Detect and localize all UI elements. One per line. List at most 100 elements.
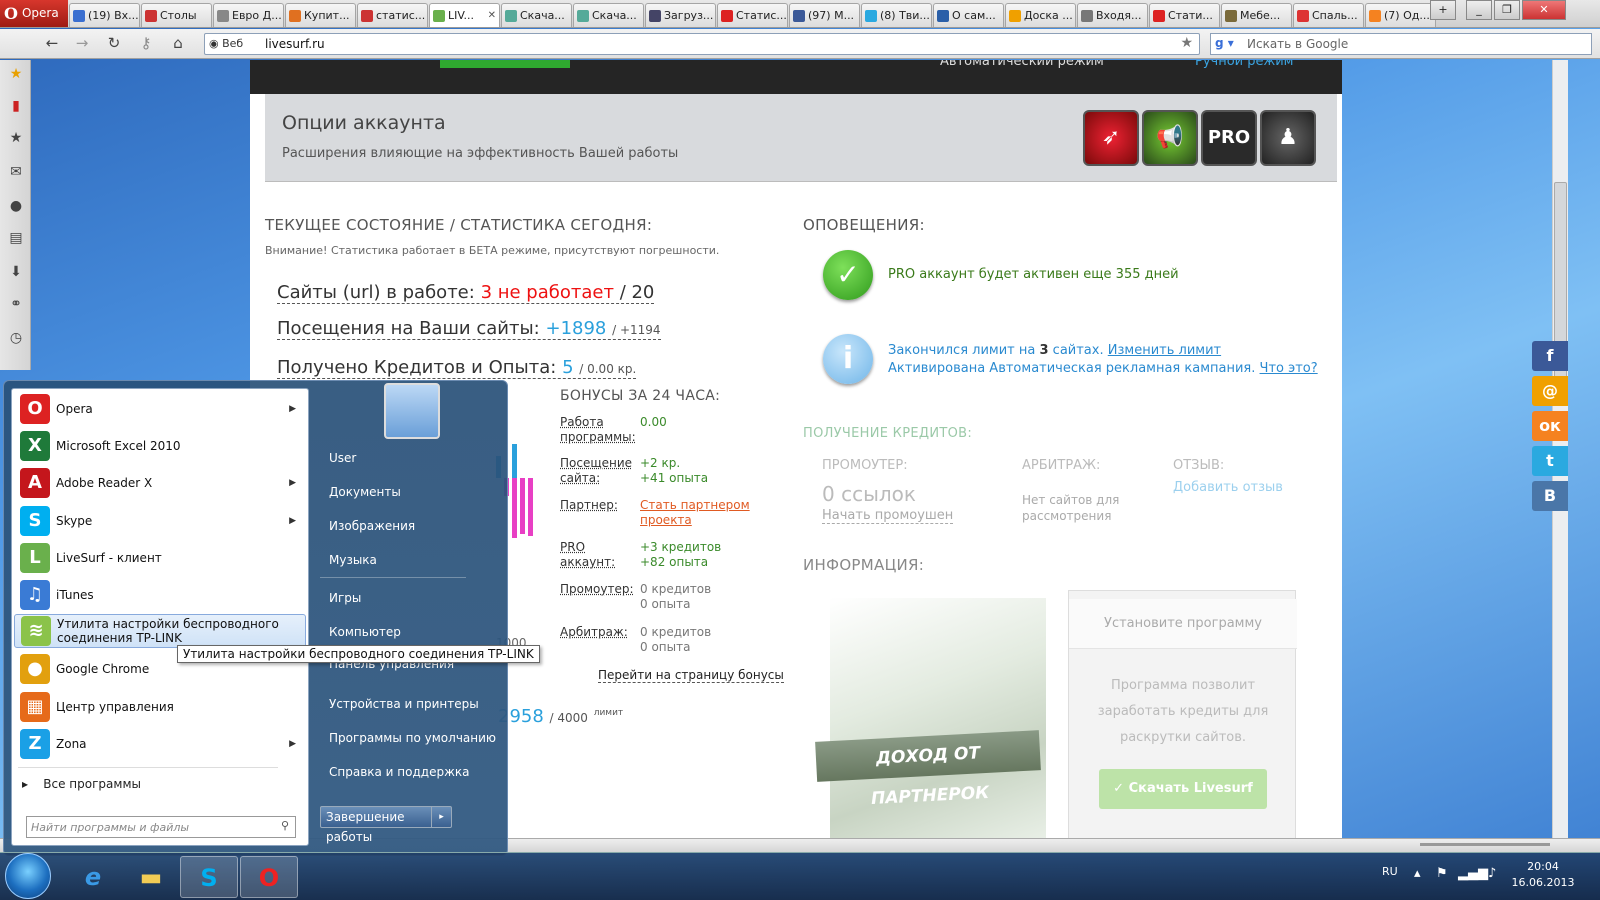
mailru-icon[interactable]: @ — [1532, 376, 1568, 406]
notes-icon[interactable]: ▤ — [7, 230, 25, 248]
browser-tab[interactable]: Скача... — [573, 3, 644, 27]
start-place-item[interactable]: Изображения — [329, 519, 415, 533]
submenu-arrow-icon[interactable]: ▶ — [289, 478, 296, 488]
browser-tab[interactable]: Мебе... — [1221, 3, 1292, 27]
browser-tab[interactable]: (19) Вх... — [69, 3, 140, 27]
start-program-item[interactable]: A Adobe Reader X ▶ — [14, 465, 306, 501]
bonus-label[interactable]: PRO аккаунт: — [560, 540, 632, 570]
start-program-item[interactable]: Z Zona ▶ — [14, 726, 306, 762]
network-icon[interactable]: ▂▄▆ — [1458, 866, 1488, 881]
url-text[interactable]: livesurf.ru — [265, 37, 325, 51]
browser-tab[interactable]: (8) Тви... — [861, 3, 932, 27]
submenu-arrow-icon[interactable]: ▶ — [289, 516, 296, 526]
speed-dial-icon[interactable]: ▮ — [7, 98, 25, 116]
favorites-icon[interactable]: ★ — [7, 130, 25, 148]
odnoklassniki-icon[interactable]: ок — [1532, 411, 1568, 441]
add-review-link[interactable]: Добавить отзыв — [1173, 480, 1283, 495]
start-promo-link[interactable]: Начать промоушен — [822, 508, 954, 524]
browser-tab[interactable]: (7) Од... — [1365, 3, 1436, 27]
history-icon[interactable]: ◷ — [7, 330, 25, 348]
browser-tab[interactable]: Стати... — [1149, 3, 1220, 27]
browser-tab[interactable]: Евро Д... — [213, 3, 284, 27]
credits-stat[interactable]: Получено Кредитов и Опыта: 5 / 0.00 кр. — [277, 357, 637, 379]
twitter-icon[interactable]: t — [1532, 446, 1568, 476]
start-program-item[interactable]: ≋ Утилита настройки беспроводного соедине… — [14, 614, 306, 649]
browser-tab[interactable]: LIV... ✕ — [429, 3, 500, 27]
start-place-item[interactable]: Музыка — [329, 553, 377, 567]
opera-taskbar-icon[interactable]: O — [240, 856, 298, 898]
tray-expand-icon[interactable]: ▴ — [1414, 866, 1421, 881]
browser-tab[interactable]: Скача... — [501, 3, 572, 27]
close-button[interactable]: ✕ — [1522, 0, 1566, 20]
bonus-label[interactable]: Промоутер: — [560, 582, 634, 597]
tab-close-icon[interactable]: ✕ — [488, 10, 496, 21]
key-icon[interactable]: ⚷ — [136, 34, 156, 52]
download-livesurf-button[interactable]: ✓ Скачать Livesurf — [1099, 769, 1267, 809]
browser-tab[interactable]: Входя... — [1077, 3, 1148, 27]
forward-icon[interactable]: → — [72, 34, 92, 52]
contacts-icon[interactable]: ● — [7, 198, 25, 216]
clock[interactable]: 20:04 16.06.2013 — [1508, 859, 1578, 891]
bookmarks-icon[interactable]: ★ — [7, 66, 25, 84]
downloads-icon[interactable]: ⬇ — [7, 264, 25, 282]
browser-tab[interactable]: Столы — [141, 3, 212, 27]
links-icon[interactable]: ⚭ — [7, 296, 25, 314]
browser-tab[interactable]: Доска ... — [1005, 3, 1076, 27]
start-place-item[interactable]: Справка и поддержка — [329, 765, 470, 779]
user-picture[interactable] — [384, 383, 440, 439]
start-place-item[interactable]: User — [329, 451, 356, 465]
vk-icon[interactable]: B — [1532, 481, 1568, 511]
auto-mode-link[interactable]: Автоматический режим — [940, 60, 1104, 69]
browser-tab[interactable]: (97) М... — [789, 3, 860, 27]
new-tab-button[interactable]: + — [1430, 0, 1456, 20]
reload-icon[interactable]: ↻ — [104, 34, 124, 52]
zoom-slider[interactable] — [1420, 843, 1550, 846]
start-program-item[interactable]: L LiveSurf - клиент — [14, 540, 306, 576]
start-place-item[interactable]: Компьютер — [329, 625, 401, 639]
browser-tab[interactable]: Спаль... — [1293, 3, 1364, 27]
browser-tab[interactable]: статис... — [357, 3, 428, 27]
megaphone-icon[interactable]: 📢 — [1142, 110, 1198, 166]
manual-mode-link[interactable]: Ручной режим — [1195, 60, 1293, 69]
sites-stat[interactable]: Сайты (url) в работе: 3 не работает / 20 — [277, 282, 655, 304]
bonus-value[interactable]: Стать партнером проекта — [640, 498, 750, 528]
bookmark-star-icon[interactable]: ★ — [1180, 35, 1193, 51]
start-program-item[interactable]: S Skype ▶ — [14, 503, 306, 539]
google-search-field[interactable]: g ▾ Искать в Google — [1210, 33, 1592, 55]
start-program-item[interactable]: X Microsoft Excel 2010 — [14, 428, 306, 464]
browser-tab[interactable]: Загруз... — [645, 3, 716, 27]
minimize-button[interactable]: _ — [1466, 0, 1492, 20]
start-program-item[interactable]: ♫ iTunes — [14, 577, 306, 613]
all-programs-button[interactable]: ▸ Все программы — [22, 777, 141, 791]
language-indicator[interactable]: RU — [1382, 865, 1398, 878]
start-place-item[interactable]: Устройства и принтеры — [329, 697, 479, 711]
skype-taskbar-icon[interactable]: S — [180, 856, 238, 898]
pro-icon[interactable]: PRO — [1201, 110, 1257, 166]
shutdown-button[interactable]: Завершение работы ▸ — [320, 806, 452, 844]
home-icon[interactable]: ⌂ — [168, 34, 188, 52]
bonus-label[interactable]: Арбитраж: — [560, 625, 632, 640]
opera-menu-button[interactable]: O Opera — [0, 0, 68, 27]
facebook-icon[interactable]: f — [1532, 341, 1568, 371]
shutdown-arrow-icon[interactable]: ▸ — [431, 807, 451, 827]
agent-icon[interactable]: ♟ — [1260, 110, 1316, 166]
change-limit-link[interactable]: Изменить лимит — [1108, 343, 1221, 358]
back-icon[interactable]: ← — [42, 34, 62, 52]
start-button[interactable] — [5, 853, 51, 899]
what-is-this-link[interactable]: Что это? — [1260, 361, 1318, 376]
visits-stat[interactable]: Посещения на Ваши сайты: +1898 / +1194 — [277, 318, 661, 340]
bonus-page-link[interactable]: Перейти на страницу бонусы — [598, 668, 784, 683]
start-search-input[interactable]: Найти программы и файлы ⚲ — [26, 816, 296, 838]
submenu-arrow-icon[interactable]: ▶ — [289, 404, 296, 414]
internet-explorer-icon[interactable]: e — [64, 856, 122, 898]
explorer-folder-icon[interactable]: ▬ — [122, 856, 180, 898]
start-place-item[interactable]: Документы — [329, 485, 401, 499]
start-program-item[interactable]: O Opera ▶ — [14, 391, 306, 427]
address-bar[interactable]: ◉ Веб livesurf.ru ★ — [204, 33, 1200, 55]
browser-tab[interactable]: Статис... — [717, 3, 788, 27]
volume-icon[interactable]: ♪ — [1488, 866, 1496, 881]
start-place-item[interactable]: Игры — [329, 591, 361, 605]
start-place-item[interactable]: Программы по умолчанию — [329, 731, 496, 745]
bonus-label[interactable]: Работа программы: — [560, 415, 636, 445]
flag-icon[interactable]: ⚑ — [1436, 866, 1448, 881]
